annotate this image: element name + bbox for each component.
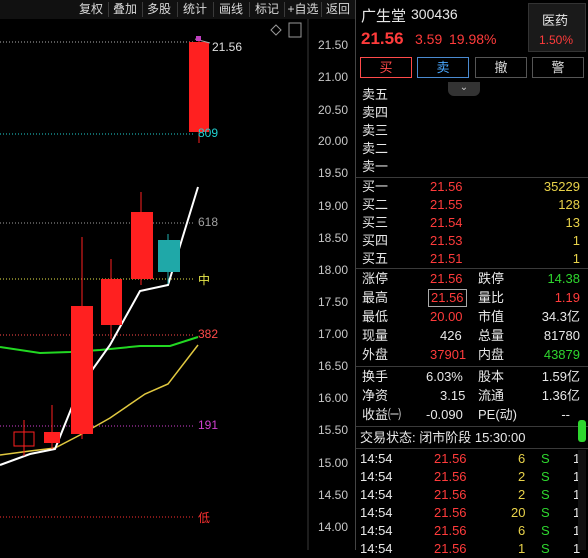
panel-toggle-icon[interactable]: [288, 22, 302, 38]
tick-row: 14:54 21.56 2 S 1: [360, 487, 581, 502]
y-tick: 14.00: [318, 520, 349, 534]
tick-row: 14:54 21.56 2 S 1: [360, 469, 581, 484]
ask-row-2: 卖二: [362, 141, 389, 156]
quote-panel: 广生堂 300436 21.56 3.59 19.98% 医药 1.50% 买 …: [356, 0, 588, 556]
fib-label-382: 382: [198, 327, 219, 341]
ask-row-3: 卖三: [362, 123, 389, 138]
bid-row-4: 买四 21.53 1: [362, 233, 580, 248]
y-tick: 21.50: [318, 38, 349, 52]
toolbar-overlay-button[interactable]: 叠加: [110, 1, 140, 18]
quote-row-eps: 收益㈠ -0.090 PE(动) --: [362, 407, 570, 422]
ask-row-5: 卖五: [362, 87, 389, 102]
chart-toolbar: 复权 叠加 多股 统计 画线 标记 +自选 返回: [0, 0, 355, 19]
scrollbar-thumb[interactable]: [578, 420, 586, 442]
price-change: 3.59: [415, 31, 443, 47]
quote-row-limits: 涨停 21.56 跌停 14.38: [362, 271, 580, 286]
ma-line-white: [0, 186, 199, 466]
quote-row-volume: 现量 426 总量 81780: [362, 328, 580, 343]
toolbar-statistics-button[interactable]: 统计: [179, 1, 211, 18]
y-tick: 20.00: [318, 134, 349, 148]
toolbar-restore-rights-button[interactable]: 复权: [76, 1, 106, 18]
sector-name: 医药: [542, 13, 569, 28]
bid-row-5: 买五 21.51 1: [362, 251, 580, 266]
y-tick: 18.50: [318, 231, 349, 245]
trading-status: 交易状态: 闭市阶段 15:30:00: [360, 430, 526, 445]
tick-row: 14:54 21.56 20 S 1: [360, 505, 581, 520]
y-tick: 18.00: [318, 263, 349, 277]
fib-label-mid: 中: [198, 273, 211, 287]
tick-row: 14:54 21.56 6 S 1: [360, 523, 581, 538]
ask-row-4: 卖四: [362, 105, 389, 120]
ask-row-1: 卖一: [362, 159, 389, 174]
y-tick: 15.00: [318, 456, 349, 470]
fib-label-809: 809: [198, 126, 219, 140]
quote-row-inout: 外盘 37901 内盘 43879: [362, 347, 580, 362]
toolbar-mark-button[interactable]: 标记: [251, 1, 283, 18]
sell-button[interactable]: 卖: [417, 57, 469, 78]
toolbar-add-watchlist-button[interactable]: +自选: [286, 1, 320, 18]
bid-row-2: 买二 21.55 128: [362, 197, 580, 212]
sector-pct: 1.50%: [539, 33, 574, 47]
y-tick: 16.50: [318, 359, 349, 373]
y-tick: 17.50: [318, 295, 349, 309]
fib-label-low: 低: [198, 511, 211, 525]
y-tick: 14.50: [318, 488, 349, 502]
candle: [158, 240, 180, 272]
high-price-label: 21.56: [212, 40, 243, 54]
candles: [13, 37, 209, 456]
diamond-icon[interactable]: [270, 24, 282, 36]
fib-label-618: 618: [198, 215, 219, 229]
y-tick: 20.50: [318, 103, 349, 117]
quote-row-low: 最低 20.00 市值 34.3亿: [362, 309, 580, 324]
alert-button[interactable]: 警: [532, 57, 584, 78]
bid-row-1: 买一 21.56 35229: [362, 179, 580, 194]
y-tick: 21.00: [318, 70, 349, 84]
current-price: 21.56: [361, 29, 404, 48]
candle: [101, 279, 122, 325]
sector-badge[interactable]: 医药 1.50%: [528, 3, 586, 52]
candlestick-chart[interactable]: 21.56 809 618 中 382 191 低 21.50 21.00 20…: [0, 19, 355, 550]
y-tick: 19.00: [318, 199, 349, 213]
buy-button[interactable]: 买: [360, 57, 412, 78]
candle: [71, 306, 93, 434]
candle: [131, 212, 153, 279]
y-tick: 15.50: [318, 423, 349, 437]
tick-row: 14:54 21.56 6 S 1: [360, 451, 581, 466]
fib-label-191: 191: [198, 418, 219, 432]
stock-name: 广生堂: [361, 8, 407, 25]
quote-row-turnover: 换手 6.03% 股本 1.59亿: [362, 369, 580, 384]
candle: [44, 432, 60, 443]
tick-row: 14:54 21.56 1 S 1: [360, 541, 581, 556]
cancel-order-button[interactable]: 撤: [475, 57, 527, 78]
toolbar-multi-stock-button[interactable]: 多股: [144, 1, 174, 18]
y-tick: 17.00: [318, 327, 349, 341]
ma-line-green: [0, 336, 199, 355]
stock-code: 300436: [411, 6, 458, 22]
quote-row-nav: 净资 3.15 流通 1.36亿: [362, 388, 580, 403]
toolbar-back-button[interactable]: 返回: [323, 1, 353, 18]
quote-row-high: 最高 21.56 量比 1.19: [362, 289, 580, 307]
scrollbar-track[interactable]: [578, 450, 586, 550]
bid-row-3: 买三 21.54 13: [362, 215, 580, 230]
y-tick: 16.00: [318, 391, 349, 405]
price-change-pct: 19.98%: [449, 31, 497, 47]
y-tick: 19.50: [318, 166, 349, 180]
toolbar-draw-line-button[interactable]: 画线: [215, 1, 247, 18]
